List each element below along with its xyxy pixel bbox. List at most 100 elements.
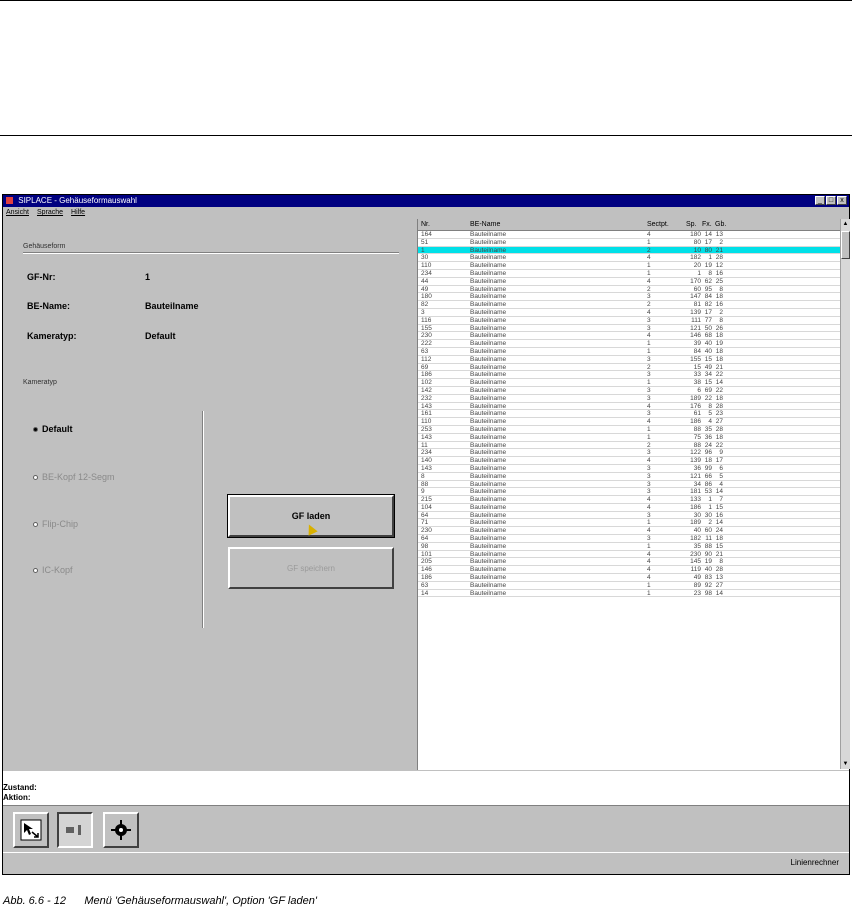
- row-be-name: Bauteilname: [470, 410, 507, 418]
- list-scrollbar[interactable]: ▲ ▼: [840, 219, 850, 769]
- figure-caption: Abb. 6.6 - 12 Menü 'Gehäuseformauswahl',…: [3, 895, 317, 907]
- row-nr: 230: [421, 332, 432, 340]
- table-row[interactable]: 14 Bauteilname 1 23 98 14: [418, 590, 840, 598]
- table-row[interactable]: 44 Bauteilname 4 170 62 25: [418, 278, 840, 286]
- table-row[interactable]: 234 Bauteilname 3 122 96 9: [418, 449, 840, 458]
- table-row[interactable]: 63 Bauteilname 1 89 92 27: [418, 582, 840, 590]
- table-row[interactable]: 253 Bauteilname 1 88 35 28: [418, 426, 840, 434]
- radio-default[interactable]: Default: [33, 424, 73, 434]
- row-be-name: Bauteilname: [470, 394, 507, 402]
- table-row[interactable]: 110 Bauteilname 4 186 4 27: [418, 418, 840, 426]
- row-sp: 60: [693, 285, 701, 293]
- row-be-name: Bauteilname: [470, 574, 507, 582]
- table-row[interactable]: 69 Bauteilname 2 15 49 21: [418, 364, 840, 372]
- row-gb: 19: [715, 340, 723, 348]
- row-fx: 92: [704, 581, 712, 589]
- table-row[interactable]: 71 Bauteilname 1 189 2 14: [418, 519, 840, 528]
- groupbox-camera-type-title: Kameratyp: [23, 379, 57, 386]
- row-gb: 23: [715, 410, 723, 418]
- table-row[interactable]: 64 Bauteilname 3 182 11 18: [418, 535, 840, 543]
- status-area: Zustand: Aktion:: [3, 771, 849, 805]
- table-row[interactable]: 215 Bauteilname 4 133 1 7: [418, 496, 840, 504]
- header-gb[interactable]: Gb.: [715, 219, 726, 231]
- target-icon: [111, 820, 131, 840]
- header-nr[interactable]: Nr.: [421, 219, 430, 231]
- row-sp: 33: [693, 371, 701, 379]
- maximize-button[interactable]: □: [826, 196, 836, 205]
- table-row[interactable]: 30 Bauteilname 4 182 1 28: [418, 254, 840, 263]
- row-gb: 13: [715, 231, 723, 238]
- row-nr: 82: [421, 301, 429, 309]
- table-row[interactable]: 155 Bauteilname 3 121 50 26: [418, 325, 840, 333]
- fiducial-button[interactable]: [103, 812, 139, 848]
- table-row[interactable]: 104 Bauteilname 4 186 1 15: [418, 504, 840, 512]
- header-sect[interactable]: Sectpt.: [647, 219, 669, 231]
- scroll-up-arrow-icon[interactable]: ▲: [841, 219, 850, 229]
- table-row[interactable]: 1 Bauteilname 2 10 80 21: [418, 246, 840, 255]
- row-be-name: Bauteilname: [470, 433, 507, 441]
- scroll-thumb[interactable]: [841, 231, 850, 259]
- table-row[interactable]: 63 Bauteilname 1 84 40 18: [418, 348, 840, 356]
- row-be-name: Bauteilname: [470, 542, 507, 550]
- table-row[interactable]: 186 Bauteilname 3 33 34 22: [418, 371, 840, 380]
- table-row[interactable]: 88 Bauteilname 3 34 86 4: [418, 481, 840, 489]
- table-row[interactable]: 11 Bauteilname 2 88 24 22: [418, 442, 840, 450]
- table-row[interactable]: 161 Bauteilname 3 61 5 23: [418, 410, 840, 419]
- row-nr: 142: [421, 386, 432, 394]
- radio-ic-kopf[interactable]: IC-Kopf: [33, 565, 73, 575]
- header-be-name[interactable]: BE-Name: [470, 219, 500, 231]
- row-fx: 17: [704, 308, 712, 316]
- table-row[interactable]: 186 Bauteilname 4 49 83 13: [418, 574, 840, 582]
- table-row[interactable]: 9 Bauteilname 3 181 53 14: [418, 488, 840, 497]
- table-row[interactable]: 222 Bauteilname 1 39 40 19: [418, 340, 840, 348]
- menu-hilfe[interactable]: Hilfe: [71, 207, 85, 218]
- table-row[interactable]: 205 Bauteilname 4 145 19 8: [418, 558, 840, 567]
- table-row[interactable]: 82 Bauteilname 2 81 82 16: [418, 301, 840, 309]
- table-row[interactable]: 180 Bauteilname 3 147 84 18: [418, 293, 840, 302]
- row-sect: 4: [647, 566, 651, 574]
- row-be-name: Bauteilname: [470, 324, 507, 332]
- component-view-button[interactable]: [57, 812, 93, 848]
- table-row[interactable]: 98 Bauteilname 1 35 88 15: [418, 543, 840, 551]
- table-row[interactable]: 143 Bauteilname 1 75 36 18: [418, 434, 840, 442]
- table-row[interactable]: 146 Bauteilname 4 119 40 28: [418, 566, 840, 575]
- radio-be-kopf[interactable]: BE-Kopf 12-Segm: [33, 472, 115, 482]
- menu-sprache[interactable]: Sprache: [37, 207, 63, 218]
- header-fx[interactable]: Fx.: [702, 219, 712, 231]
- radio-ic-kopf-label: IC-Kopf: [42, 565, 73, 575]
- table-row[interactable]: 64 Bauteilname 3 30 30 16: [418, 512, 840, 520]
- table-row[interactable]: 101 Bauteilname 4 230 90 21: [418, 551, 840, 559]
- table-row[interactable]: 51 Bauteilname 1 80 17 2: [418, 239, 840, 247]
- close-button[interactable]: x: [837, 196, 847, 205]
- row-nr: 232: [421, 394, 432, 402]
- row-sp: 155: [690, 355, 701, 363]
- table-row[interactable]: 102 Bauteilname 1 38 15 14: [418, 379, 840, 387]
- table-row[interactable]: 110 Bauteilname 1 20 19 12: [418, 262, 840, 270]
- row-be-name: Bauteilname: [470, 308, 507, 316]
- table-row[interactable]: 164 Bauteilname 4 180 14 13: [418, 231, 840, 239]
- row-sect: 4: [647, 558, 651, 566]
- table-row[interactable]: 143 Bauteilname 4 176 8 28: [418, 403, 840, 411]
- table-row[interactable]: 143 Bauteilname 3 36 99 6: [418, 465, 840, 473]
- scroll-down-arrow-icon[interactable]: ▼: [841, 759, 850, 769]
- header-sp[interactable]: Sp.: [686, 219, 697, 231]
- select-tool-button[interactable]: [13, 812, 49, 848]
- table-row[interactable]: 232 Bauteilname 3 189 22 18: [418, 395, 840, 403]
- table-row[interactable]: 116 Bauteilname 3 111 77 8: [418, 317, 840, 325]
- table-row[interactable]: 3 Bauteilname 4 139 17 2: [418, 309, 840, 317]
- table-row[interactable]: 234 Bauteilname 1 1 8 16: [418, 270, 840, 278]
- table-row[interactable]: 49 Bauteilname 2 60 95 8: [418, 286, 840, 294]
- gf-save-button[interactable]: GF speichern: [228, 547, 394, 589]
- row-nr: 104: [421, 503, 432, 511]
- table-row[interactable]: 230 Bauteilname 4 146 68 18: [418, 332, 840, 341]
- table-row[interactable]: 112 Bauteilname 3 155 15 18: [418, 356, 840, 364]
- table-row[interactable]: 142 Bauteilname 3 6 69 22: [418, 387, 840, 395]
- row-sect: 3: [647, 472, 651, 480]
- radio-flip-chip[interactable]: Flip-Chip: [33, 519, 78, 529]
- table-row[interactable]: 230 Bauteilname 4 40 60 24: [418, 527, 840, 536]
- row-sp: 170: [690, 277, 701, 285]
- menu-ansicht[interactable]: Ansicht: [6, 207, 29, 218]
- table-row[interactable]: 8 Bauteilname 3 121 66 5: [418, 473, 840, 481]
- table-row[interactable]: 140 Bauteilname 4 139 18 17: [418, 457, 840, 465]
- minimize-button[interactable]: _: [815, 196, 825, 205]
